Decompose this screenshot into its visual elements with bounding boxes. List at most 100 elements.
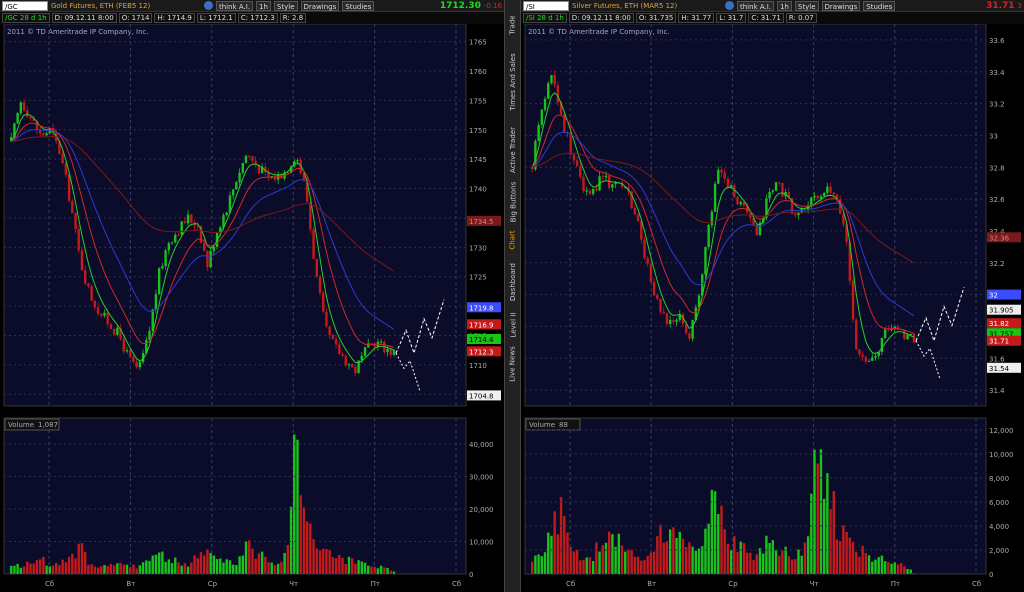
thinkai-icon[interactable]: [725, 1, 734, 10]
gc-volume-bar: [379, 565, 383, 574]
gc-volume-bar: [61, 559, 64, 574]
tab-big-buttons[interactable]: Big Buttons: [505, 182, 521, 223]
si-chart-svg[interactable]: 2011 © TD Ameritrade IP Company, Inc. 33.…: [521, 24, 1024, 592]
si-volume-bar: [797, 549, 800, 574]
gc-candle-body: [16, 113, 19, 124]
gc-volume-bar: [71, 553, 74, 574]
gc-candle-body: [22, 102, 26, 111]
gc-volume-bar: [244, 541, 248, 574]
tab-active-trader[interactable]: Active Trader: [505, 122, 521, 178]
tab-dashboard[interactable]: Dashboard: [505, 258, 521, 306]
si-candle-body: [672, 320, 675, 322]
gc-volume-bar: [164, 561, 167, 574]
tab-live-news[interactable]: Live News: [505, 344, 521, 384]
gc-candle-body: [93, 300, 97, 308]
gc-thinkai-button[interactable]: think A.I.: [216, 0, 254, 11]
tab-level-ii[interactable]: Level II: [505, 310, 521, 340]
si-volume-area: [524, 417, 987, 575]
gc-chart-svg[interactable]: 2011 © TD Ameritrade IP Company, Inc. 176…: [0, 24, 504, 592]
si-volume-bar: [778, 555, 781, 574]
gc-candle-body: [161, 266, 164, 269]
si-price-tick: 33.2: [989, 101, 1005, 109]
si-style-button[interactable]: Style: [794, 0, 819, 11]
si-volume-bar: [768, 542, 771, 574]
si-thinkai-button[interactable]: think A.I.: [737, 0, 775, 11]
si-symbol-input[interactable]: /SI: [523, 0, 569, 11]
si-volume-bar: [826, 473, 829, 574]
tab-chart[interactable]: Chart: [505, 226, 521, 254]
gc-volume-bar: [77, 543, 80, 574]
gc-candle-body: [19, 102, 23, 114]
tab-trade[interactable]: Trade: [505, 8, 521, 42]
si-volume-tick: 12,000: [989, 427, 1014, 435]
si-candle-body: [575, 160, 579, 167]
gc-volume-bar: [248, 540, 251, 574]
si-studies-button[interactable]: Studies: [863, 0, 896, 11]
si-candle-body: [739, 202, 742, 205]
gc-candle-body: [341, 354, 344, 356]
gc-volume-bar: [38, 559, 42, 574]
si-volume-bar: [624, 551, 627, 574]
si-price-tag: 32.36: [989, 234, 1010, 242]
si-volume-bar: [839, 541, 842, 574]
si-candle-body: [643, 239, 646, 258]
si-candle-body: [717, 169, 720, 184]
gc-volume-bar: [315, 548, 318, 574]
gc-price-tick: 1710: [469, 362, 487, 370]
si-interval-button[interactable]: 1h: [777, 0, 792, 11]
gc-price-tag: 1714.4: [469, 336, 494, 344]
si-price-tick: 33.6: [989, 37, 1005, 45]
si-volume-bar: [829, 509, 832, 574]
gc-symbol-input[interactable]: /GC: [2, 0, 48, 11]
gc-interval-button[interactable]: 1h: [256, 0, 271, 11]
gc-style-button[interactable]: Style: [273, 0, 298, 11]
gc-candle-body: [235, 181, 238, 190]
si-candle-body: [604, 175, 608, 178]
gc-candle-body: [231, 189, 235, 196]
gc-volume-bar: [389, 570, 392, 574]
gc-studies-button[interactable]: Studies: [342, 0, 375, 11]
si-volume-bar: [643, 560, 646, 574]
si-candle-body: [553, 75, 556, 86]
gc-volume-bar: [16, 563, 19, 574]
gc-last-price: 1712.30: [439, 0, 481, 11]
si-candle-body: [771, 190, 775, 192]
si-change: 3: [1017, 1, 1022, 10]
gc-candle-body: [29, 117, 32, 119]
si-volume-bar: [871, 561, 874, 574]
si-candle-body: [710, 211, 714, 226]
si-volume-bar: [688, 542, 691, 574]
si-candle-body: [688, 333, 691, 339]
si-drawings-button[interactable]: Drawings: [821, 0, 861, 11]
si-volume-bar: [652, 551, 656, 574]
tab-times-and-sales[interactable]: Times And Sales: [505, 46, 521, 118]
silver-chart-panel: /SI Silver Futures, ETH (MAR5 12) think …: [521, 0, 1024, 592]
si-quote-close: C: 31.71: [748, 13, 784, 23]
thinkai-icon[interactable]: [204, 1, 213, 10]
gc-volume-tick: 40,000: [469, 441, 494, 449]
gc-volume-label: Volume: [8, 421, 34, 429]
gc-volume-bar: [64, 562, 68, 574]
si-volume-bar: [822, 498, 826, 574]
si-quote-high: H: 31.77: [678, 13, 715, 23]
si-day-label: Вт: [647, 580, 656, 588]
gc-candle-body: [96, 307, 100, 314]
gc-volume-bar: [267, 562, 270, 574]
gc-volume-bar: [257, 553, 261, 574]
si-volume-bar: [556, 534, 560, 574]
gc-volume-bar: [283, 552, 286, 574]
gc-candle-body: [296, 160, 299, 162]
gc-volume-bar: [296, 439, 299, 574]
gc-quote-close: C: 1712.3: [237, 13, 278, 23]
si-volume-bar: [771, 540, 775, 574]
gc-candle-body: [309, 202, 312, 230]
si-volume-bar: [630, 549, 633, 574]
si-candle-body: [861, 354, 864, 357]
gc-drawings-button[interactable]: Drawings: [300, 0, 340, 11]
si-candle-body: [864, 356, 868, 362]
gc-volume-bar: [373, 566, 376, 574]
si-candle-body: [903, 329, 906, 339]
si-volume-bar: [813, 449, 816, 574]
gc-volume-bar: [10, 565, 13, 574]
gc-volume-bar: [96, 567, 100, 574]
